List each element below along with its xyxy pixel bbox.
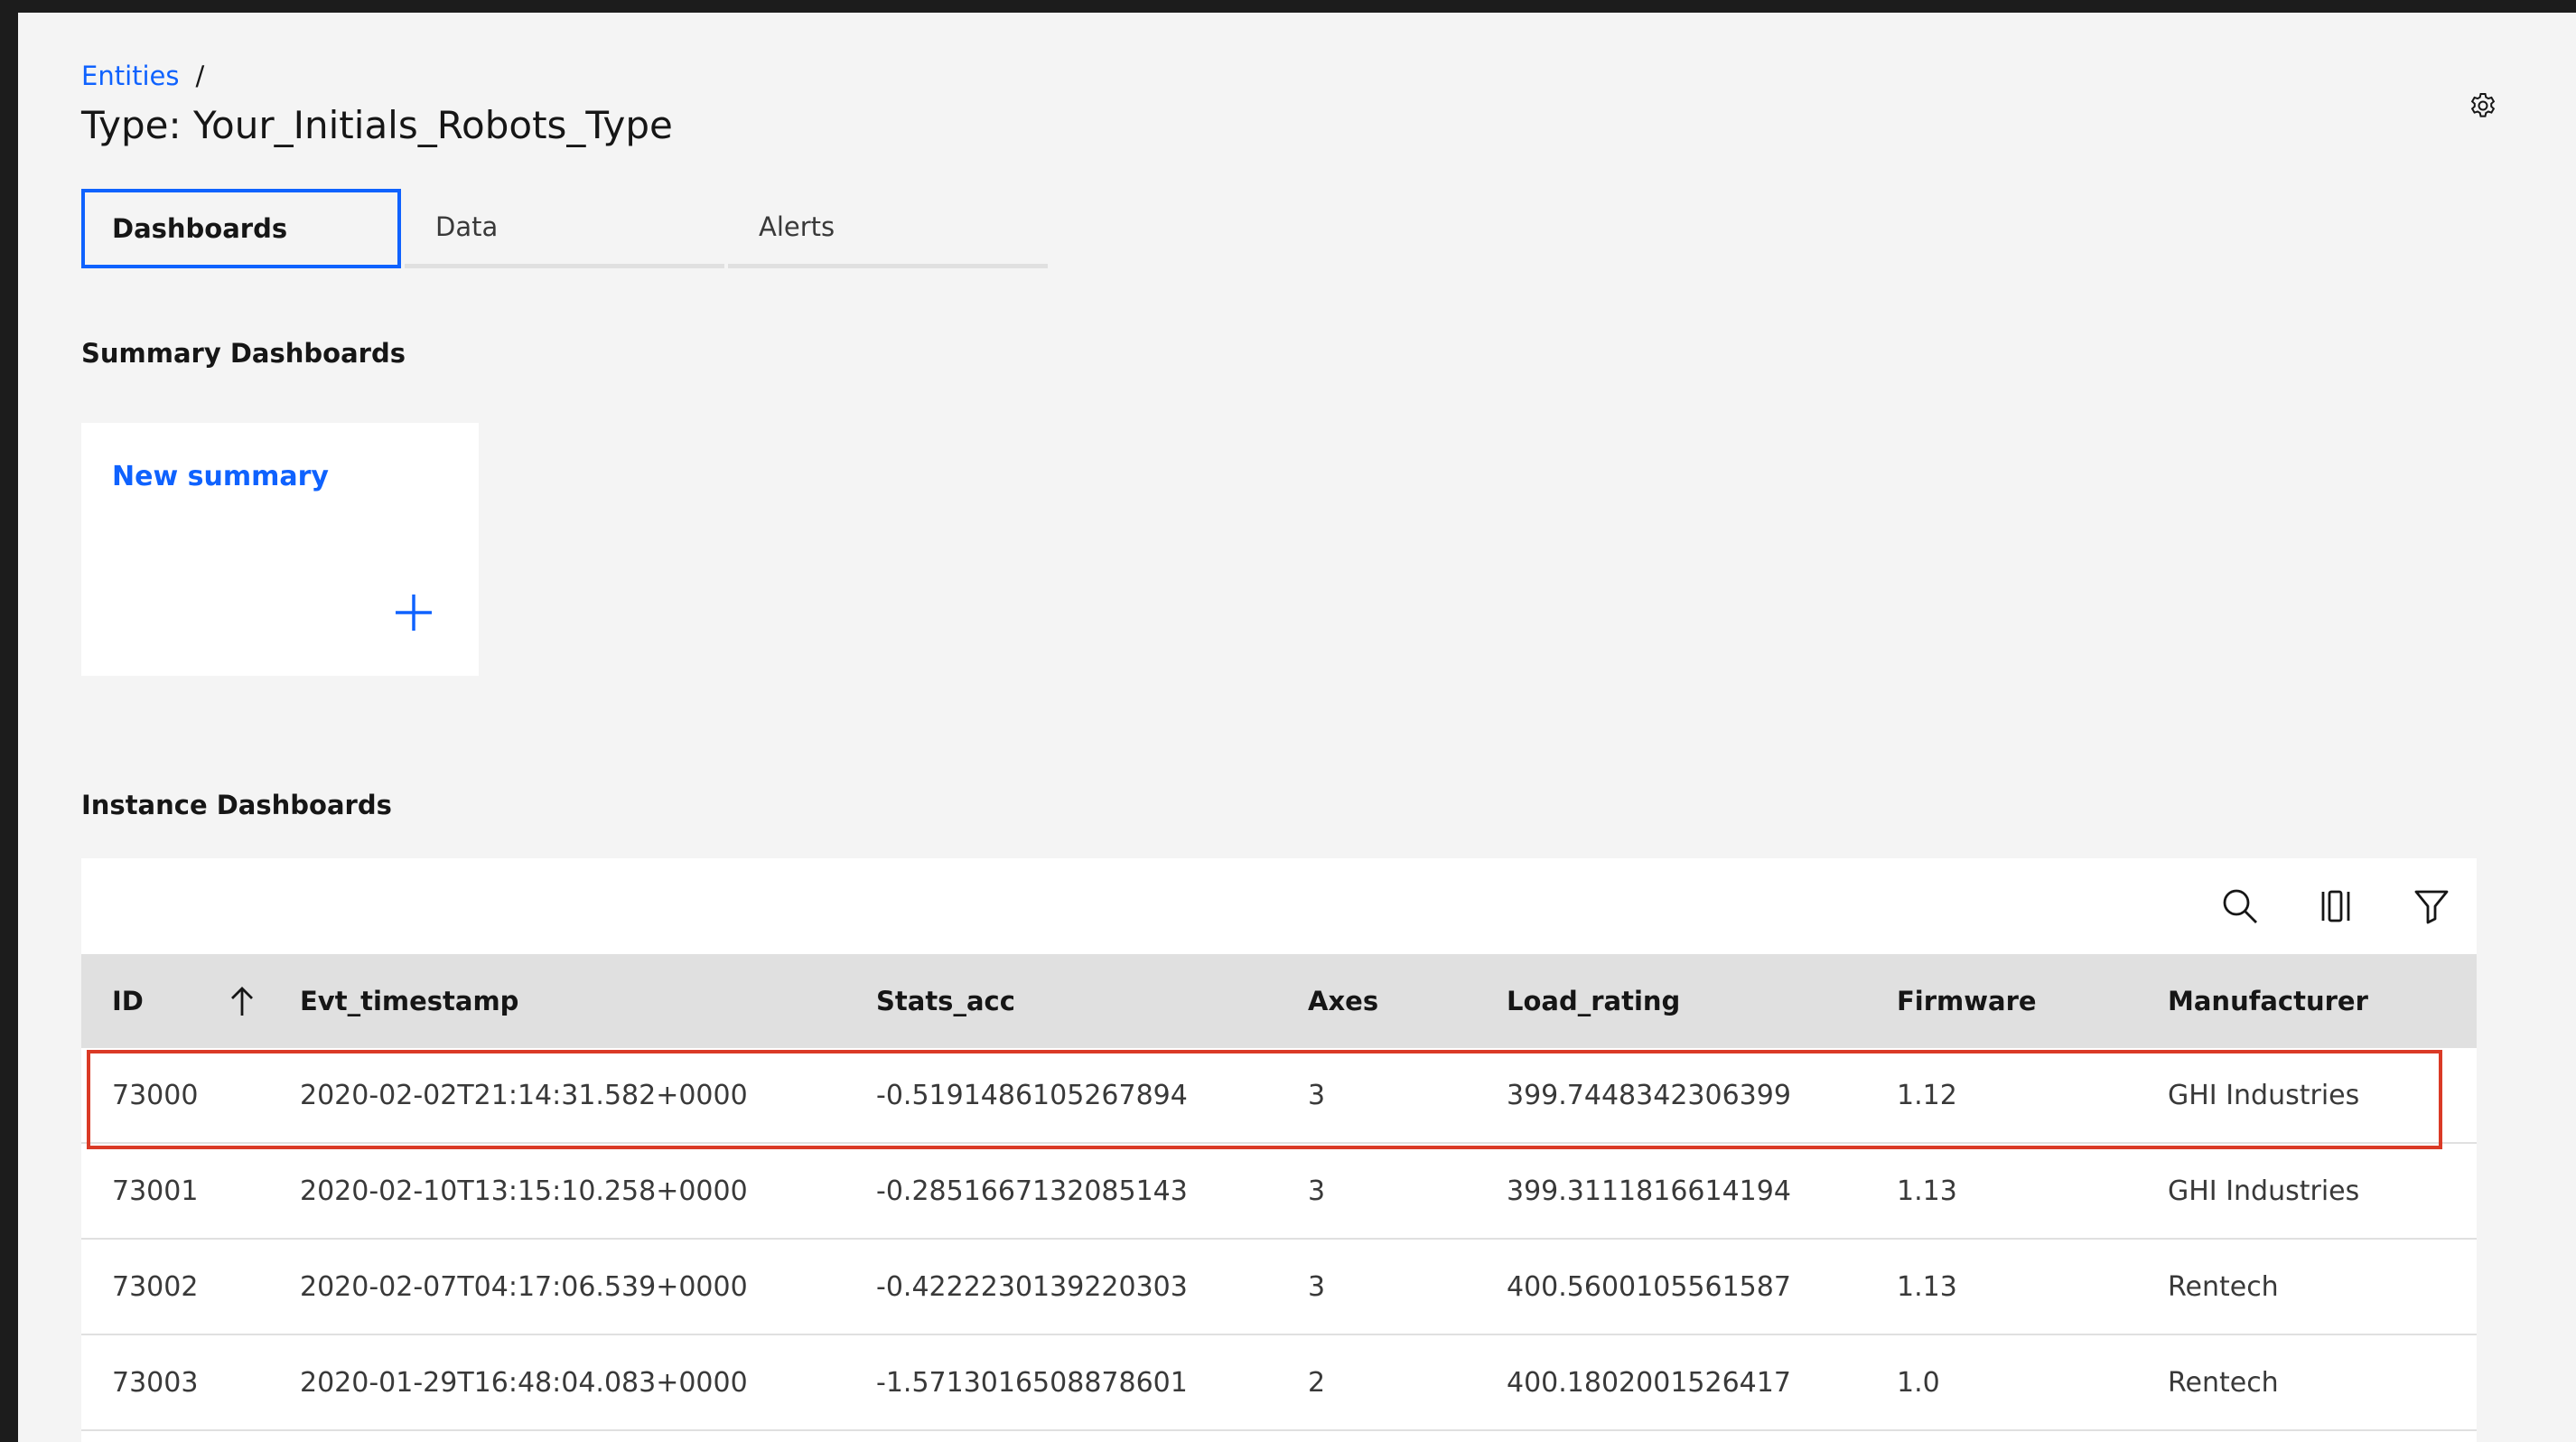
tab-dashboards[interactable]: Dashboards [81, 189, 401, 268]
gear-icon [2470, 93, 2496, 117]
cell-axes: 3 [1308, 1175, 1326, 1207]
instance-dashboards-heading: Instance Dashboards [81, 790, 392, 820]
column-header-load-rating[interactable]: Load_rating [1507, 954, 1680, 1048]
cell-evt-timestamp: 2020-01-29T16:48:04.083+0000 [300, 1366, 748, 1399]
table-toolbar [81, 858, 2477, 954]
cell-id: 73002 [112, 1270, 199, 1303]
cell-firmware: 1.12 [1897, 1079, 1957, 1111]
table-row[interactable]: 73001 2020-02-10T13:15:10.258+0000 -0.28… [81, 1144, 2477, 1240]
cell-firmware: 1.0 [1897, 1366, 1940, 1399]
cell-id: 73001 [112, 1175, 199, 1207]
tab-data[interactable]: Data [405, 189, 724, 268]
new-summary-tile[interactable]: New summary [81, 423, 479, 676]
table-filter-button[interactable] [2408, 883, 2455, 930]
cell-load-rating: 400.5600105561587 [1507, 1270, 1791, 1303]
summary-dashboards-heading: Summary Dashboards [81, 338, 406, 369]
table-columns-button[interactable] [2312, 883, 2359, 930]
cell-firmware: 1.13 [1897, 1175, 1957, 1207]
table-row[interactable]: 73003 2020-01-29T16:48:04.083+0000 -1.57… [81, 1335, 2477, 1431]
page-title: Type: Your_Initials_Robots_Type [81, 103, 673, 147]
column-header-manufacturer[interactable]: Manufacturer [2168, 954, 2368, 1048]
table-search-button[interactable] [2217, 883, 2263, 930]
column-header-axes[interactable]: Axes [1308, 954, 1378, 1048]
cell-axes: 2 [1308, 1366, 1326, 1399]
column-header-firmware[interactable]: Firmware [1897, 954, 2037, 1048]
app-frame: Entities / Type: Your_Initials_Robots_Ty… [18, 13, 2576, 1442]
cell-manufacturer: GHI Industries [2168, 1079, 2360, 1111]
table-row[interactable]: 73002 2020-02-07T04:17:06.539+0000 -0.42… [81, 1240, 2477, 1335]
cell-firmware: 1.13 [1897, 1270, 1957, 1303]
settings-button[interactable] [2462, 85, 2504, 126]
new-summary-label: New summary [112, 461, 329, 492]
column-header-id[interactable]: ID [112, 954, 144, 1048]
column-header-stats-acc[interactable]: Stats_acc [876, 954, 1015, 1048]
cell-stats-acc: -0.5191486105267894 [876, 1079, 1188, 1111]
cell-manufacturer: GHI Industries [2168, 1175, 2360, 1207]
breadcrumb: Entities / [81, 61, 204, 91]
cell-evt-timestamp: 2020-02-10T13:15:10.258+0000 [300, 1175, 748, 1207]
plus-icon [396, 595, 432, 631]
cell-axes: 3 [1308, 1079, 1326, 1111]
table-row[interactable]: 73000 2020-02-02T21:14:31.582+0000 -0.51… [81, 1048, 2477, 1149]
cell-stats-acc: -1.5713016508878601 [876, 1366, 1188, 1399]
cell-manufacturer: Rentech [2168, 1366, 2279, 1399]
cell-axes: 3 [1308, 1270, 1326, 1303]
table-header: ID Evt_timestamp Stats_acc Axes Load_rat… [81, 954, 2477, 1048]
cell-load-rating: 400.1802001526417 [1507, 1366, 1791, 1399]
cell-stats-acc: -0.4222230139220303 [876, 1270, 1188, 1303]
columns-icon [2321, 890, 2350, 922]
cell-evt-timestamp: 2020-02-02T21:14:31.582+0000 [300, 1079, 748, 1111]
arrow-up-icon[interactable] [224, 983, 260, 1019]
cell-manufacturer: Rentech [2168, 1270, 2279, 1303]
cell-id: 73000 [112, 1079, 199, 1111]
tab-list: Dashboards Data Alerts [81, 189, 1048, 268]
column-header-evt-timestamp[interactable]: Evt_timestamp [300, 954, 518, 1048]
filter-icon [2414, 890, 2449, 924]
cell-evt-timestamp: 2020-02-07T04:17:06.539+0000 [300, 1270, 748, 1303]
instance-table: ID Evt_timestamp Stats_acc Axes Load_rat… [81, 858, 2477, 1442]
tab-alerts[interactable]: Alerts [728, 189, 1048, 268]
breadcrumb-separator: / [195, 61, 205, 91]
cell-load-rating: 399.3111816614194 [1507, 1175, 1791, 1207]
search-icon [2223, 889, 2257, 923]
breadcrumb-entities-link[interactable]: Entities [81, 61, 180, 91]
cell-stats-acc: -0.2851667132085143 [876, 1175, 1188, 1207]
cell-id: 73003 [112, 1366, 199, 1399]
cell-load-rating: 399.7448342306399 [1507, 1079, 1791, 1111]
